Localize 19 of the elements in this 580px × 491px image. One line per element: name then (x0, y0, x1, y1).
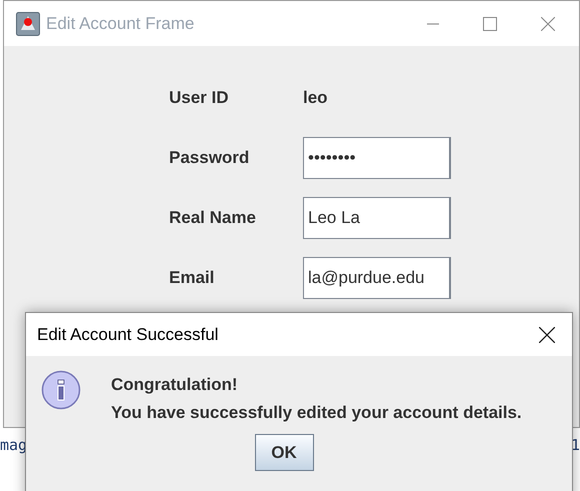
info-icon (41, 370, 81, 410)
field-value: leo (303, 87, 328, 110)
maximize-icon[interactable] (483, 16, 497, 30)
text-field[interactable]: Leo La (303, 197, 451, 239)
ok-button[interactable]: OK (254, 434, 314, 471)
text-field[interactable]: •••••••• (303, 137, 451, 179)
close-icon[interactable] (539, 326, 555, 342)
field-label: Real Name (169, 207, 257, 230)
window-title: Edit Account Frame (46, 12, 194, 35)
background-text: mag (0, 436, 28, 454)
field-label: Email (169, 267, 216, 290)
dialog-title: Edit Account Successful (37, 324, 218, 346)
field-label: User ID (169, 87, 230, 110)
message-heading: Congratulation! (111, 375, 239, 394)
field-label: Password (169, 147, 250, 170)
message-text: You have successfully edited your account details. (111, 403, 522, 422)
text-field[interactable]: la@purdue.edu (303, 257, 451, 299)
app-icon (16, 12, 40, 36)
background-text: 1 (571, 436, 580, 454)
